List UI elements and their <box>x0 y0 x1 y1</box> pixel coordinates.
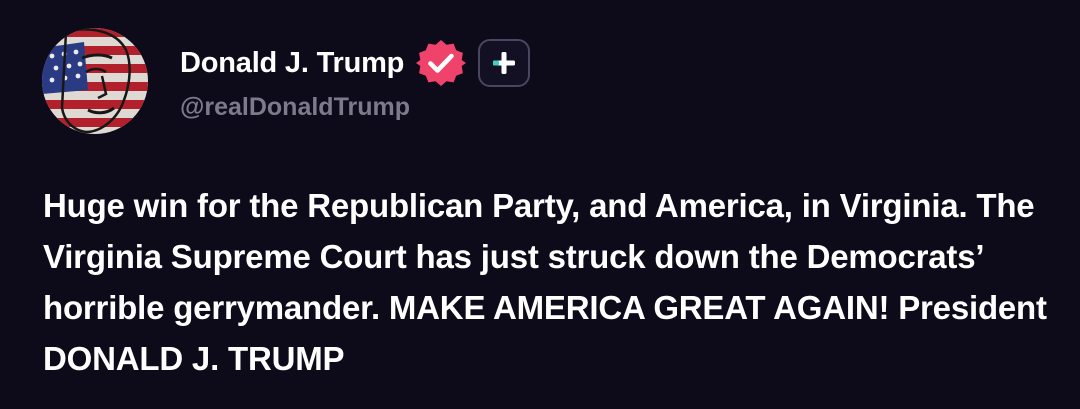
verified-badge-icon <box>416 38 467 88</box>
author-name-row: Donald J. Trump <box>180 38 531 88</box>
author-handle[interactable]: @realDonaldTrump <box>180 93 410 122</box>
flag-portrait-icon <box>42 28 148 134</box>
post-body-text: Huge win for the Republican Party, and A… <box>43 187 1047 377</box>
author-display-name[interactable]: Donald J. Trump <box>180 47 404 80</box>
plus-icon <box>493 52 516 74</box>
post-card: Donald J. Trump @realDonaldTrump Huge wi… <box>0 0 1080 409</box>
avatar[interactable] <box>42 28 148 134</box>
follow-button[interactable] <box>478 39 531 87</box>
